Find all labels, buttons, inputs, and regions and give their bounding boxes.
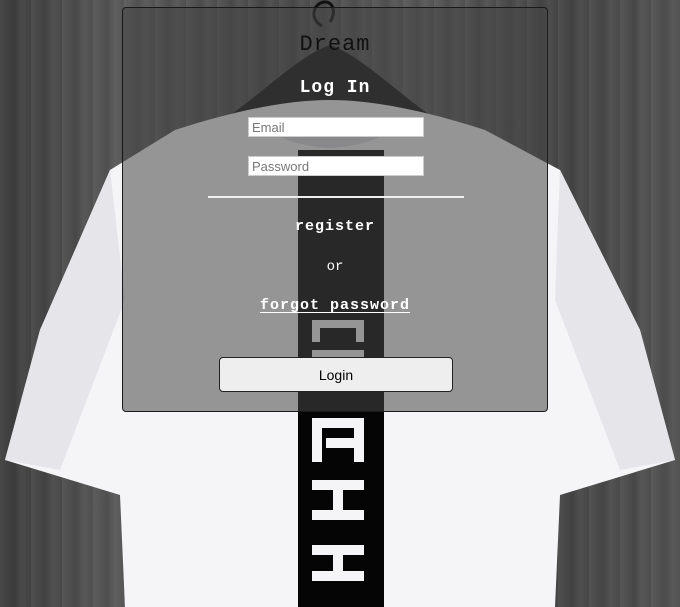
login-button[interactable]: Login (219, 357, 453, 392)
brand-title: Dream (299, 32, 371, 57)
divider (208, 196, 464, 198)
login-card: Dream Log In register or forgot password… (122, 7, 548, 412)
password-field[interactable] (248, 156, 424, 176)
forgot-password-link[interactable]: forgot password (123, 297, 547, 314)
email-field[interactable] (248, 117, 424, 137)
or-text: or (326, 259, 344, 275)
register-link[interactable]: register (123, 218, 547, 235)
page-title: Log In (299, 78, 371, 98)
